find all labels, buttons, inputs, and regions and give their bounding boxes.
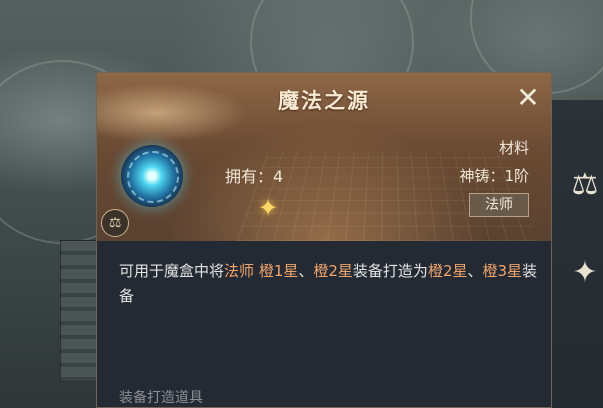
sparkle-icon: ✦ <box>257 194 279 222</box>
scales-emblem-icon: ⚖ <box>101 209 129 237</box>
description-text: 装备打造为 <box>352 262 428 280</box>
item-header: 魔法之源 ✕ 拥有：4 材料 神铸：1阶 法师 ✦ ⚖ <box>97 73 551 241</box>
description-text: 、 <box>298 262 314 280</box>
side-panel <box>548 100 603 408</box>
feather-icon[interactable]: ✦ <box>568 256 602 290</box>
close-icon[interactable]: ✕ <box>513 83 543 113</box>
scales-icon[interactable]: ⚖ <box>568 168 602 202</box>
description-highlight: 橙2星 <box>313 262 353 280</box>
item-category: 材料 <box>498 139 529 157</box>
item-tooltip-card: 魔法之源 ✕ 拥有：4 材料 神铸：1阶 法师 ✦ ⚖ 可用于魔盒中将法师 橙1… <box>96 72 552 408</box>
owned-count: 拥有：4 <box>225 167 284 186</box>
item-name: 魔法之源 <box>278 88 370 113</box>
description-highlight: 法师 <box>224 262 255 280</box>
description-highlight: 橙1星 <box>258 262 299 280</box>
description-highlight: 橙2星 <box>427 262 468 280</box>
class-badge: 法师 <box>469 193 529 217</box>
description-text: 可用于魔盒中将 <box>119 262 225 280</box>
item-description: 可用于魔盒中将法师 橙1星、橙2星装备打造为橙2星、橙3星装备 <box>119 259 539 309</box>
description-highlight: 橙3星 <box>482 262 523 280</box>
background-pillar <box>60 240 98 382</box>
magic-orb-icon <box>121 145 183 207</box>
section-label: 装备打造道具 <box>119 390 203 406</box>
forge-level: 神铸：1阶 <box>459 167 529 185</box>
description-text: 、 <box>467 262 483 280</box>
